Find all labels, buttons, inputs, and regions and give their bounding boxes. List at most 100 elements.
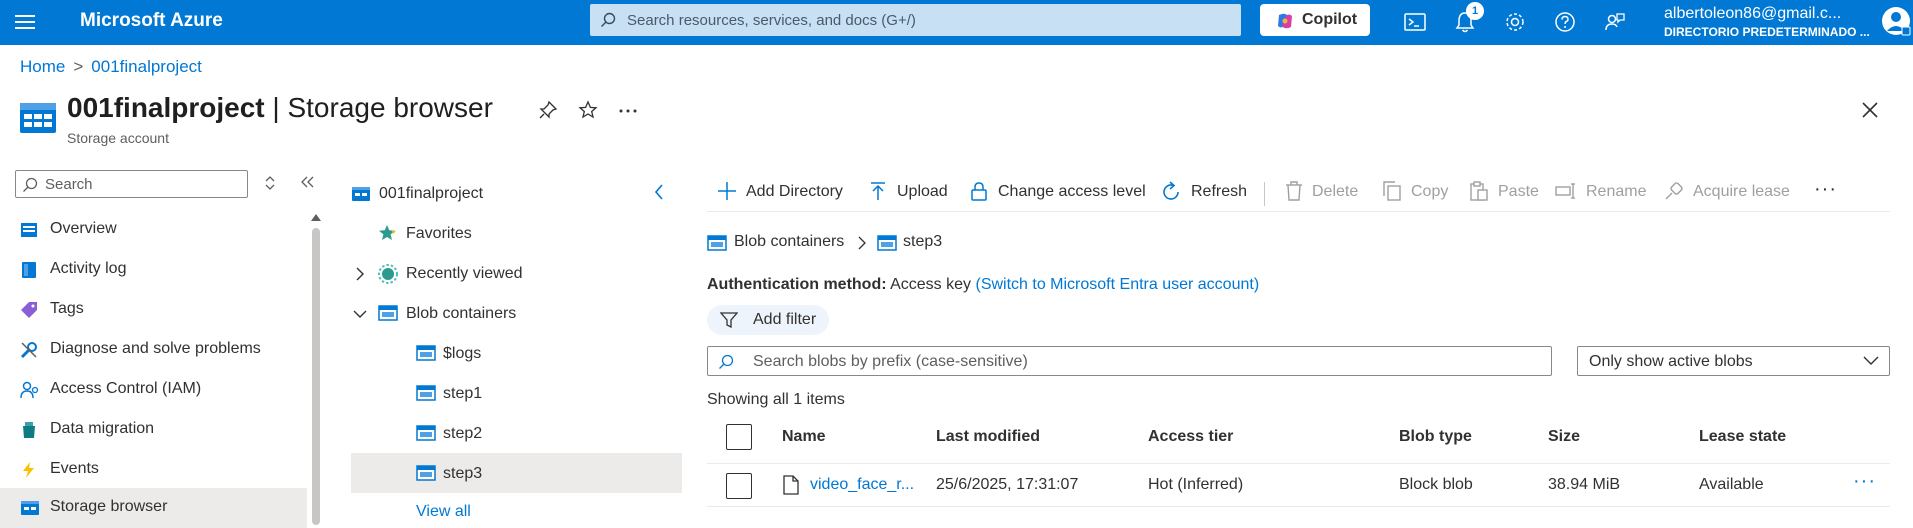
column-header-lease-state[interactable]: Lease state — [1699, 428, 1786, 446]
more-actions-icon[interactable] — [618, 108, 638, 114]
crumb-blob-containers[interactable]: Blob containers — [734, 233, 844, 251]
column-header-size[interactable]: Size — [1548, 428, 1580, 446]
collapse-tree-chevron-icon[interactable] — [653, 183, 665, 201]
toolbar-divider — [1264, 182, 1265, 206]
tag-icon — [21, 302, 37, 318]
tree-item-label: step2 — [443, 425, 483, 442]
copilot-label: Copilot — [1302, 11, 1358, 28]
row-checkbox[interactable] — [726, 473, 752, 499]
feedback-icon[interactable] — [1603, 10, 1627, 34]
blob-container-icon — [707, 235, 727, 251]
trash-icon — [1286, 181, 1302, 201]
tree-container-step3[interactable]: step3 — [416, 463, 676, 503]
breadcrumb-resource[interactable]: 001finalproject — [91, 57, 202, 76]
delete-label: Delete — [1312, 183, 1359, 200]
tree-item-favorites[interactable]: Favorites — [378, 223, 678, 263]
lightning-icon — [23, 462, 34, 478]
column-header-name[interactable]: Name — [782, 428, 826, 446]
acquire-lease-label: Acquire lease — [1693, 183, 1790, 200]
nav-search-input[interactable]: Search — [15, 170, 248, 198]
file-document-icon — [783, 475, 799, 495]
column-header-last-modified[interactable]: Last modified — [936, 428, 1040, 446]
page-subtitle: Storage account — [67, 130, 169, 146]
breadcrumb-home[interactable]: Home — [20, 57, 65, 76]
tree-item-recently-viewed[interactable]: Recently viewed — [353, 263, 673, 303]
search-icon — [23, 177, 38, 192]
breadcrumb: Home >001finalproject — [20, 57, 202, 77]
global-search-input[interactable]: Search resources, services, and docs (G+… — [590, 4, 1241, 36]
overview-icon — [21, 223, 37, 237]
tree-root-storage-account[interactable]: 001finalproject — [351, 183, 671, 223]
data-migration-icon — [23, 422, 35, 438]
account-directory[interactable]: DIRECTORIO PREDETERMINADO ... — [1664, 25, 1870, 39]
wrench-icon — [20, 342, 37, 359]
change-access-level-label: Change access level — [998, 183, 1146, 200]
rename-icon — [1555, 183, 1575, 199]
hamburger-menu-icon[interactable] — [14, 11, 36, 33]
crumb-current-container[interactable]: step3 — [903, 233, 942, 251]
storage-account-icon — [352, 187, 370, 201]
blob-status-dropdown[interactable]: Only show active blobs — [1577, 346, 1890, 376]
favorite-star-icon[interactable] — [578, 100, 598, 120]
nav-item-data-migration[interactable]: Data migration — [0, 410, 307, 450]
blob-prefix-search-input[interactable]: Search blobs by prefix (case-sensitive) — [707, 346, 1552, 376]
row-more-actions-button[interactable]: ··· — [1853, 470, 1876, 493]
nav-item-access-control[interactable]: Access Control (IAM) — [0, 370, 307, 410]
copilot-button[interactable]: Copilot — [1260, 4, 1370, 36]
tree-item-blob-containers[interactable]: Blob containers — [353, 303, 673, 343]
blob-container-icon — [416, 385, 436, 401]
page-title-resource: 001finalproject — [67, 92, 265, 123]
blob-size: 38.94 MiB — [1548, 476, 1621, 493]
portal-brand[interactable]: Microsoft Azure — [80, 10, 223, 32]
people-icon — [20, 381, 39, 399]
pin-icon[interactable] — [538, 100, 558, 120]
nav-item-label: Tags — [50, 300, 84, 317]
toolbar-underline — [707, 211, 1890, 212]
collapse-nav-icon[interactable] — [299, 175, 315, 189]
page-title-blade: | Storage browser — [264, 92, 493, 123]
search-icon — [601, 12, 616, 27]
tree-container-step2[interactable]: step2 — [416, 423, 676, 463]
account-avatar-icon[interactable] — [1880, 5, 1912, 37]
add-filter-button[interactable]: Add filter — [707, 305, 829, 335]
chevron-down-icon[interactable] — [353, 309, 367, 319]
blob-search-placeholder: Search blobs by prefix (case-sensitive) — [753, 353, 1028, 370]
chevron-right-icon[interactable] — [355, 267, 365, 281]
nav-item-events[interactable]: Events — [0, 450, 307, 490]
sort-updown-icon[interactable] — [264, 175, 276, 191]
select-all-checkbox[interactable] — [726, 424, 752, 450]
blob-name-link[interactable]: video_face_r... — [810, 476, 914, 494]
cloud-shell-icon[interactable] — [1403, 10, 1427, 34]
column-header-access-tier[interactable]: Access tier — [1148, 428, 1233, 446]
nav-item-label: Activity log — [50, 260, 127, 277]
view-all-link[interactable]: View all — [416, 503, 471, 521]
plus-icon — [718, 182, 736, 200]
blob-container-icon — [378, 305, 398, 321]
nav-scrollbar-thumb[interactable] — [312, 228, 320, 525]
nav-item-label: Data migration — [50, 420, 155, 437]
toolbar-more-button[interactable]: ··· — [1814, 178, 1837, 201]
help-icon[interactable] — [1553, 10, 1577, 34]
items-count-text: Showing all 1 items — [707, 391, 845, 408]
nav-item-tags[interactable]: Tags — [0, 290, 307, 330]
nav-item-storage-browser[interactable]: Storage browser — [0, 488, 307, 528]
account-name[interactable]: albertoleon86@gmail.c... — [1664, 5, 1841, 23]
switch-auth-link[interactable]: (Switch to Microsoft Entra user account) — [975, 276, 1259, 293]
scroll-up-arrow-icon[interactable] — [311, 213, 321, 221]
tree-container-step1[interactable]: step1 — [416, 383, 676, 423]
refresh-label: Refresh — [1191, 183, 1248, 200]
filter-funnel-icon — [720, 312, 738, 328]
copilot-icon — [1278, 13, 1292, 29]
blob-access-tier: Hot (Inferred) — [1148, 476, 1244, 493]
settings-gear-icon[interactable] — [1503, 10, 1527, 34]
nav-item-diagnose[interactable]: Diagnose and solve problems — [0, 330, 307, 370]
global-search-placeholder: Search resources, services, and docs (G+… — [627, 12, 916, 29]
close-blade-icon[interactable] — [1860, 100, 1880, 120]
nav-item-label: Storage browser — [50, 498, 168, 515]
nav-item-overview[interactable]: Overview — [0, 210, 307, 250]
nav-item-label: Overview — [50, 220, 117, 237]
column-header-blob-type[interactable]: Blob type — [1399, 428, 1472, 446]
nav-item-activity-log[interactable]: Activity log — [0, 250, 307, 290]
tree-container-logs[interactable]: $logs — [416, 343, 676, 383]
tree-item-label: Recently viewed — [406, 265, 523, 282]
